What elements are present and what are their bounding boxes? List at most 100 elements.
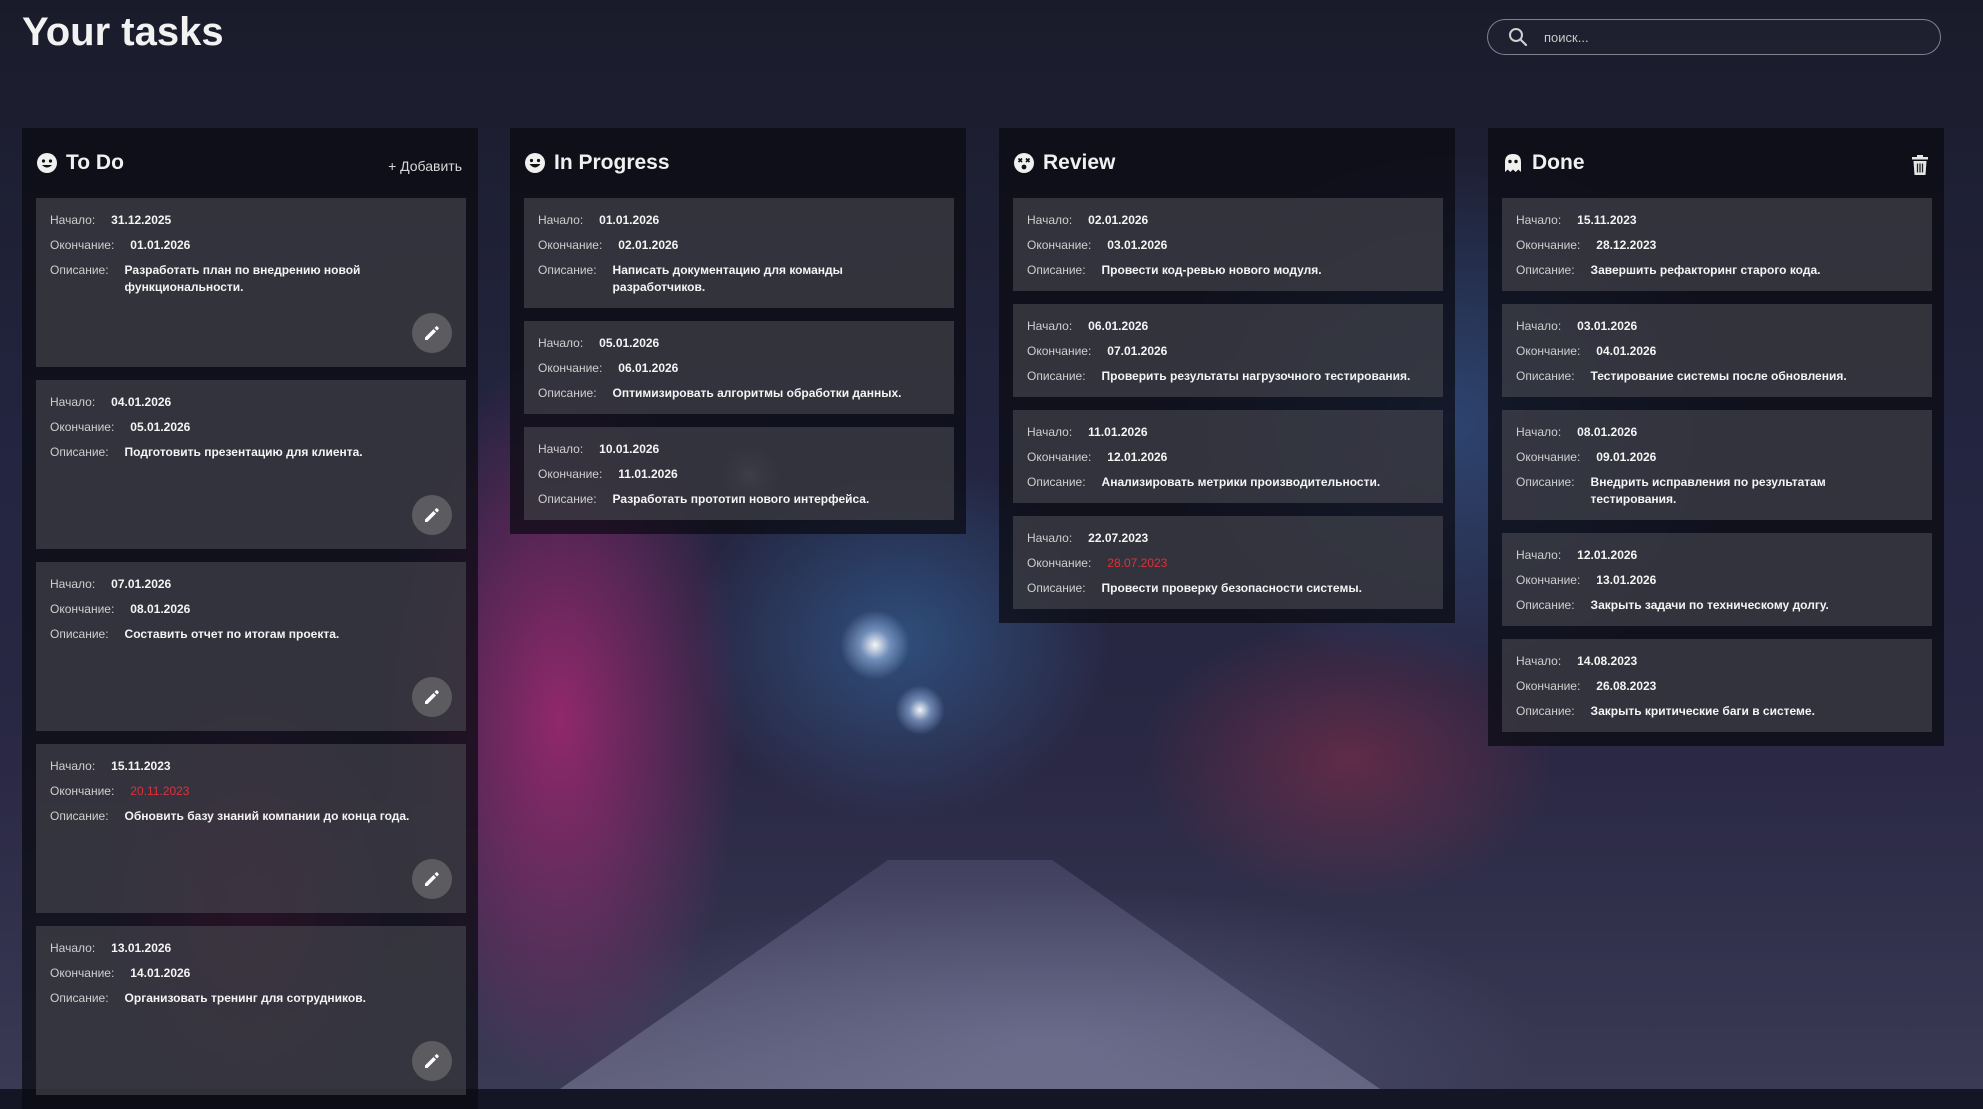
ghost-icon	[1502, 152, 1524, 174]
start-label: Начало:	[538, 213, 584, 227]
start-date: 04.01.2026	[111, 395, 172, 409]
task-card[interactable]: Начало: 11.01.2026 Окончание: 12.01.2026 О…	[1013, 410, 1443, 503]
search-icon	[1508, 27, 1528, 47]
end-label: Окончание:	[1027, 556, 1092, 570]
task-card[interactable]: Начало: 10.01.2026 Окончание: 11.01.2026 О…	[524, 427, 954, 520]
task-description: Внедрить исправления по результатам тест…	[1590, 475, 1826, 506]
task-card[interactable]: Начало: 12.01.2026 Окончание: 13.01.2026 О…	[1502, 533, 1932, 626]
end-date: 11.01.2026	[618, 467, 678, 481]
end-label: Окончание:	[1516, 679, 1581, 693]
column-header: To Do + Добавить	[36, 128, 466, 198]
start-label: Начало:	[50, 577, 96, 591]
task-card[interactable]: Начало: 07.01.2026 Окончание: 08.01.2026 О…	[36, 562, 466, 731]
task-description: Разработать прототип нового интерфейса.	[612, 492, 870, 506]
task-description: Обновить базу знаний компании до конца г…	[124, 809, 410, 823]
column-done: Done Начало: 15.11.2023 Окончание: 28.12.2…	[1488, 128, 1944, 746]
task-card[interactable]: Начало: 05.01.2026 Окончание: 06.01.2026 О…	[524, 321, 954, 414]
end-date: 28.12.2023	[1596, 238, 1657, 252]
desc-label: Описание:	[50, 445, 109, 459]
end-label: Окончание:	[1516, 450, 1581, 464]
end-label: Окончание:	[1516, 238, 1581, 252]
start-date: 05.01.2026	[599, 336, 660, 350]
task-description: Составить отчет по итогам проекта.	[124, 627, 340, 641]
desc-label: Описание:	[50, 809, 109, 823]
end-date: 08.01.2026	[130, 602, 191, 616]
task-description: Оптимизировать алгоритмы обработки данны…	[612, 386, 902, 400]
add-task-button[interactable]: + Добавить	[388, 158, 462, 174]
task-card[interactable]: Начало: 14.08.2023 Окончание: 26.08.2023 О…	[1502, 639, 1932, 732]
desc-label: Описание:	[1516, 704, 1575, 718]
end-date: 13.01.2026	[1596, 573, 1657, 587]
edit-button[interactable]	[412, 677, 452, 717]
grin-icon	[524, 152, 546, 174]
start-label: Начало:	[1027, 319, 1073, 333]
pencil-icon	[425, 326, 439, 340]
end-label: Окончание:	[50, 238, 115, 252]
end-label: Окончание:	[50, 602, 115, 616]
column-header: Review	[1013, 128, 1443, 198]
task-card[interactable]: Начало: 08.01.2026 Окончание: 09.01.2026 О…	[1502, 410, 1932, 520]
end-date: 07.01.2026	[1107, 344, 1168, 358]
column-review: Review Начало: 02.01.2026 Окончание: 03.01…	[999, 128, 1455, 623]
end-date: 14.01.2026	[130, 966, 191, 980]
end-label: Окончание:	[538, 238, 603, 252]
start-date: 15.11.2023	[111, 759, 171, 773]
desc-label: Описание:	[1516, 475, 1575, 489]
end-date-overdue: 28.07.2023	[1107, 556, 1168, 570]
end-date: 05.01.2026	[130, 420, 191, 434]
task-card[interactable]: Начало: 02.01.2026 Окончание: 03.01.2026 О…	[1013, 198, 1443, 291]
end-date: 12.01.2026	[1107, 450, 1168, 464]
desc-label: Описание:	[1516, 263, 1575, 277]
start-label: Начало:	[538, 336, 584, 350]
task-card[interactable]: Начало: 15.11.2023 Окончание: 28.12.2023 О…	[1502, 198, 1932, 291]
start-date: 10.01.2026	[599, 442, 660, 456]
edit-button[interactable]	[412, 859, 452, 899]
end-label: Окончание:	[1027, 238, 1092, 252]
end-date-overdue: 20.11.2023	[130, 784, 190, 798]
desc-label: Описание:	[1027, 581, 1086, 595]
search-input[interactable]	[1542, 28, 1926, 46]
end-label: Окончание:	[1027, 344, 1092, 358]
end-label: Окончание:	[50, 420, 115, 434]
task-card[interactable]: Начало: 03.01.2026 Окончание: 04.01.2026 О…	[1502, 304, 1932, 397]
desc-label: Описание:	[1027, 263, 1086, 277]
edit-button[interactable]	[412, 313, 452, 353]
start-label: Начало:	[50, 941, 96, 955]
end-label: Окончание:	[50, 784, 115, 798]
desc-label: Описание:	[50, 991, 109, 1005]
end-date: 01.01.2026	[130, 238, 191, 252]
end-label: Окончание:	[50, 966, 115, 980]
task-card[interactable]: Начало: 15.11.2023 Окончание: 20.11.2023 О…	[36, 744, 466, 913]
task-description: Проверить результаты нагрузочного тестир…	[1101, 369, 1411, 383]
edit-button[interactable]	[412, 495, 452, 535]
column-header: Done	[1502, 128, 1932, 198]
pencil-icon	[425, 690, 439, 704]
street-light	[840, 610, 910, 680]
task-card[interactable]: Начало: 04.01.2026 Окончание: 05.01.2026 О…	[36, 380, 466, 549]
desc-label: Описание:	[538, 492, 597, 506]
task-description: Завершить рефакторинг старого кода.	[1590, 263, 1821, 277]
task-description: Разработать план по внедрению новой функ…	[124, 263, 361, 294]
task-description: Подготовить презентацию для клиента.	[124, 445, 363, 459]
search-bar[interactable]	[1487, 19, 1941, 55]
task-card[interactable]: Начало: 01.01.2026 Окончание: 02.01.2026 О…	[524, 198, 954, 308]
task-card[interactable]: Начало: 31.12.2025 Окончание: 01.01.2026 О…	[36, 198, 466, 367]
start-date: 02.01.2026	[1088, 213, 1149, 227]
task-description: Написать документацию для команды разраб…	[612, 263, 843, 294]
smile-icon	[36, 152, 58, 174]
page-title: Your tasks	[22, 10, 224, 54]
end-date: 26.08.2023	[1596, 679, 1657, 693]
trash-icon[interactable]	[1910, 154, 1930, 176]
task-card[interactable]: Начало: 13.01.2026 Окончание: 14.01.2026 О…	[36, 926, 466, 1095]
end-date: 04.01.2026	[1596, 344, 1657, 358]
column-title: To Do	[66, 151, 124, 174]
task-description: Анализировать метрики производительности…	[1101, 475, 1381, 489]
start-date: 12.01.2026	[1577, 548, 1638, 562]
edit-button[interactable]	[412, 1041, 452, 1081]
desc-label: Описание:	[1027, 475, 1086, 489]
task-card[interactable]: Начало: 22.07.2023 Окончание: 28.07.2023 О…	[1013, 516, 1443, 609]
end-label: Окончание:	[538, 361, 603, 375]
desc-label: Описание:	[50, 263, 109, 277]
task-card[interactable]: Начало: 06.01.2026 Окончание: 07.01.2026 О…	[1013, 304, 1443, 397]
end-label: Окончание:	[538, 467, 603, 481]
